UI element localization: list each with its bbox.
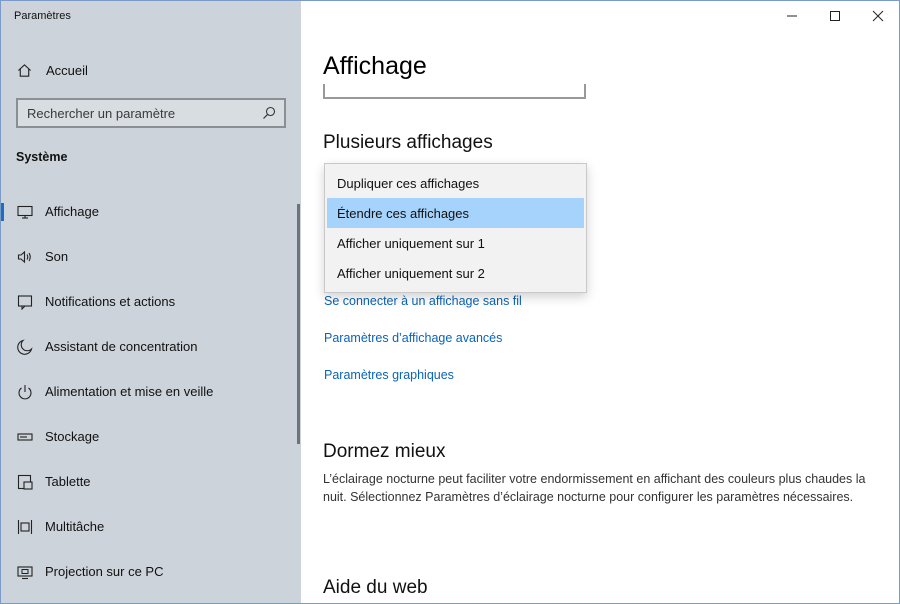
sidebar-item-affichage[interactable]: Affichage — [0, 189, 301, 234]
wireless-display-link[interactable]: Se connecter à un affichage sans fil — [324, 294, 522, 308]
page-title: Affichage — [323, 52, 427, 80]
maximize-button[interactable] — [812, 0, 858, 32]
sidebar-item-notifications[interactable]: Notifications et actions — [0, 279, 301, 324]
multiple-displays-dropdown[interactable]: Dupliquer ces affichages Étendre ces aff… — [324, 163, 587, 293]
close-button[interactable] — [855, 0, 900, 32]
sidebar-item-multitache[interactable]: Multitâche — [0, 504, 301, 549]
sidebar-item-label: Stockage — [45, 429, 100, 444]
storage-icon — [16, 428, 33, 445]
home-label: Accueil — [46, 62, 88, 78]
sidebar-item-alimentation[interactable]: Alimentation et mise en veille — [0, 369, 301, 414]
close-icon — [872, 10, 884, 22]
dropdown-option-duplicate[interactable]: Dupliquer ces affichages — [327, 168, 584, 198]
sidebar-item-projection[interactable]: Projection sur ce PC — [0, 549, 301, 594]
sidebar-item-label: Affichage — [45, 204, 99, 219]
multitask-icon — [16, 518, 33, 535]
advanced-display-settings-link[interactable]: Paramètres d’affichage avancés — [324, 331, 502, 345]
night-light-description: L’éclairage nocturne peut faciliter votr… — [323, 472, 866, 504]
sidebar-item-label: Notifications et actions — [45, 294, 176, 309]
sidebar-item-tablette[interactable]: Tablette — [0, 459, 301, 504]
notification-icon — [16, 293, 33, 310]
sidebar-item-label: Tablette — [45, 474, 91, 489]
orientation-select[interactable] — [323, 84, 586, 99]
sidebar-item-stockage[interactable]: Stockage — [0, 414, 301, 459]
graphics-settings-link[interactable]: Paramètres graphiques — [324, 368, 454, 382]
maximize-icon — [830, 11, 840, 21]
sidebar-item-label: Assistant de concentration — [45, 339, 198, 354]
sidebar-item-concentration[interactable]: Assistant de concentration — [0, 324, 301, 369]
speaker-icon — [16, 248, 33, 265]
app-title: Paramètres — [14, 10, 71, 22]
minimize-button[interactable] — [769, 0, 815, 32]
dropdown-option-only-2[interactable]: Afficher uniquement sur 2 — [327, 258, 584, 288]
search-input[interactable] — [27, 105, 262, 121]
dropdown-option-only-1[interactable]: Afficher uniquement sur 1 — [327, 228, 584, 258]
search-icon[interactable] — [262, 106, 276, 120]
monitor-icon — [16, 203, 33, 220]
sidebar-item-label: Son — [45, 249, 69, 264]
sidebar-item-label: Multitâche — [45, 519, 105, 534]
sidebar-scrollbar[interactable] — [297, 204, 300, 444]
nav-list: Affichage Son Notifications et actions A… — [0, 189, 301, 594]
section-title: Système — [16, 150, 68, 164]
multiple-displays-heading: Plusieurs affichages — [323, 132, 493, 153]
search-box[interactable] — [16, 98, 286, 128]
sidebar-item-label: Alimentation et mise en veille — [45, 384, 214, 399]
home-icon — [16, 62, 32, 78]
tablet-icon — [16, 473, 33, 490]
home-link[interactable]: Accueil — [0, 56, 301, 84]
sidebar: Paramètres Accueil Système Affichage Son — [0, 0, 301, 604]
power-icon — [16, 383, 33, 400]
projection-icon — [16, 563, 33, 580]
sidebar-item-label: Projection sur ce PC — [45, 564, 164, 579]
moon-icon — [16, 338, 33, 355]
minimize-icon — [787, 15, 797, 17]
sleep-better-heading: Dormez mieux — [323, 441, 446, 462]
dropdown-option-extend[interactable]: Étendre ces affichages — [327, 198, 584, 228]
web-help-heading: Aide du web — [323, 577, 428, 598]
sidebar-item-son[interactable]: Son — [0, 234, 301, 279]
